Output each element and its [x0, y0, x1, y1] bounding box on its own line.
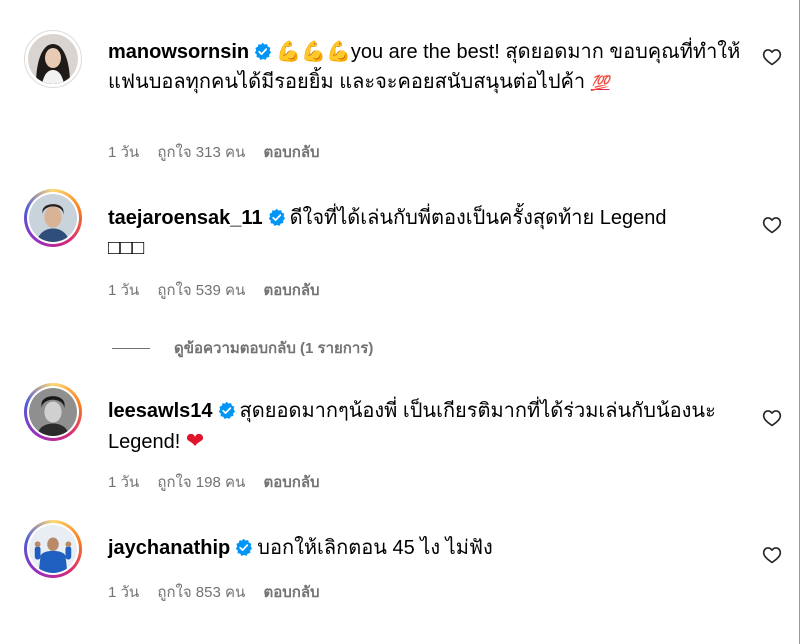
hundred-points-emoji: 💯	[590, 75, 610, 92]
verified-badge-icon	[217, 401, 236, 420]
view-replies-label: ดูข้อความตอบกลับ (1 รายการ)	[174, 340, 374, 357]
heart-outline-icon[interactable]	[762, 215, 782, 235]
like-count[interactable]: ถูกใจ 313 คน	[157, 144, 245, 161]
verified-badge-icon	[253, 42, 272, 61]
comment-meta: 1 วัน ถูกใจ 198 คน ตอบกลับ	[108, 470, 334, 494]
like-count[interactable]: ถูกใจ 198 คน	[157, 474, 245, 491]
comment-body-line2: □□□	[108, 237, 145, 259]
username[interactable]: jaychanathip	[108, 537, 230, 559]
footballer-portrait-image	[29, 525, 77, 573]
view-replies-button[interactable]: ดูข้อความตอบกลับ (1 รายการ)	[112, 336, 373, 360]
verified-badge-icon	[234, 538, 253, 557]
reply-button[interactable]: ตอบกลับ	[263, 584, 319, 601]
comment-time[interactable]: 1 วัน	[108, 584, 139, 601]
username[interactable]: leesawls14	[108, 400, 213, 422]
avatar[interactable]	[24, 189, 82, 247]
divider-line	[112, 347, 150, 349]
avatar[interactable]	[24, 30, 82, 88]
comment-body: ดีใจที่ได้เล่นกับพี่ตองเป็นครั้งสุดท้าย …	[289, 207, 667, 229]
comment-text: jaychanathip บอกให้เลิกตอน 45 ไง ไม่ฟัง	[108, 533, 748, 563]
comment-time[interactable]: 1 วัน	[108, 144, 139, 161]
avatar[interactable]	[24, 520, 82, 578]
username[interactable]: taejaroensak_11	[108, 207, 263, 229]
reply-button[interactable]: ตอบกลับ	[263, 144, 319, 161]
comment-text: taejaroensak_11 ดีใจที่ได้เล่นกับพี่ตองเป…	[108, 203, 748, 263]
heart-outline-icon[interactable]	[762, 545, 782, 565]
comment-text: manowsornsin 💪💪💪you are the best! สุดยอดม…	[108, 37, 748, 99]
man-portrait-image	[29, 194, 77, 242]
reply-button[interactable]: ตอบกลับ	[263, 282, 319, 299]
comment-body: บอกให้เลิกตอน 45 ไง ไม่ฟัง	[257, 537, 493, 559]
like-count[interactable]: ถูกใจ 853 คน	[157, 584, 245, 601]
avatar[interactable]	[24, 383, 82, 441]
heart-outline-icon[interactable]	[762, 408, 782, 428]
red-heart-emoji: ❤	[185, 428, 205, 453]
flexed-biceps-emoji: 💪💪💪	[276, 41, 351, 63]
verified-badge-icon	[267, 208, 286, 227]
comment-item: manowsornsin 💪💪💪you are the best! สุดยอดม…	[0, 0, 800, 170]
reply-button[interactable]: ตอบกลับ	[263, 474, 319, 491]
comment-meta: 1 วัน ถูกใจ 853 คน ตอบกลับ	[108, 580, 334, 604]
comment-meta: 1 วัน ถูกใจ 313 คน ตอบกลับ	[108, 140, 334, 164]
username[interactable]: manowsornsin	[108, 41, 249, 63]
man-bw-portrait-image	[29, 388, 77, 436]
comment-meta: 1 วัน ถูกใจ 539 คน ตอบกลับ	[108, 278, 334, 302]
comment-time[interactable]: 1 วัน	[108, 282, 139, 299]
like-count[interactable]: ถูกใจ 539 คน	[157, 282, 245, 299]
woman-portrait-image	[28, 34, 78, 84]
comment-time[interactable]: 1 วัน	[108, 474, 139, 491]
comment-text: leesawls14 สุดยอดมากๆน้องพี่ เป็นเกียรติม…	[108, 396, 748, 457]
heart-outline-icon[interactable]	[762, 47, 782, 67]
